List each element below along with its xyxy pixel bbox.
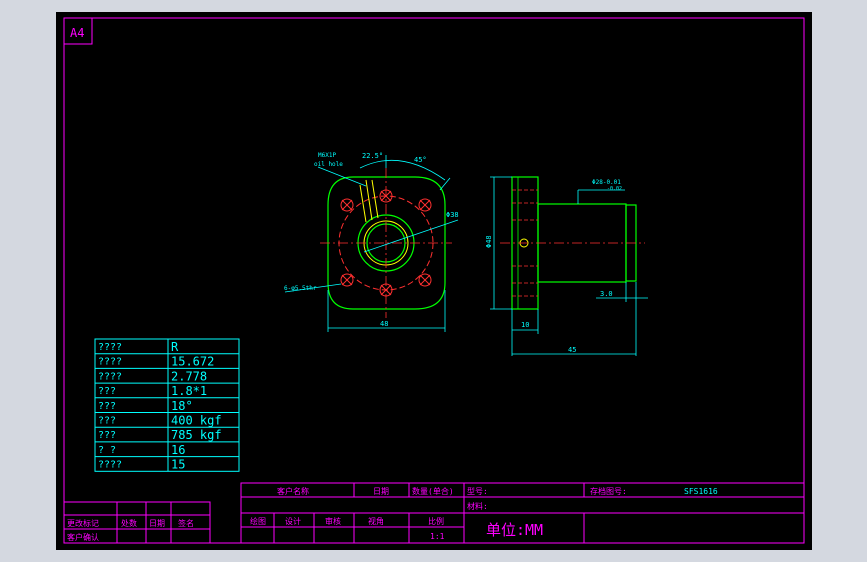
parameter-value: 15.672 — [171, 355, 214, 369]
parameter-label: ??? — [98, 401, 116, 412]
parameter-value: 785 kgf — [171, 428, 222, 442]
parameter-value: 16 — [171, 443, 185, 457]
rev-customer-confirm: 客户确认 — [67, 532, 99, 542]
oil-note-line1: M6X1P — [318, 152, 336, 159]
cad-viewport: A4 Φ38 22.5° 45° M6X1P oil hole 6-φ5.5th… — [0, 0, 867, 562]
tb-drawing-no-label: 存档图号: — [590, 486, 627, 496]
parameter-value: 15 — [171, 458, 185, 472]
shaft-tol-label: -0.02 — [607, 186, 622, 192]
parameter-value: R — [171, 340, 179, 354]
angle-small-label: 22.5° — [362, 152, 383, 160]
oil-note-line2: oil hole — [314, 161, 343, 168]
tb-designed: 设计 — [285, 516, 301, 526]
parameter-value: 2.778 — [171, 369, 207, 383]
chamfer-label: 3.0 — [600, 290, 613, 298]
rev-location: 处数 — [121, 518, 137, 528]
sheet-size-label: A4 — [70, 26, 84, 40]
shaft-dia-label: Φ28-0.01 — [592, 179, 621, 186]
tb-material-label: 材料: — [467, 501, 488, 511]
parameter-label: ???? — [98, 371, 122, 382]
height-dim-label: Φ48 — [485, 235, 493, 248]
parameter-value: 400 kgf — [171, 414, 222, 428]
parameter-label: ??? — [98, 430, 116, 441]
tb-approved: 视角 — [368, 516, 384, 526]
tb-drawn: 绘图 — [250, 516, 266, 526]
tb-quantity: 数量(单合) — [412, 486, 454, 496]
parameter-label: ? ? — [98, 445, 116, 456]
rev-date: 日期 — [149, 519, 165, 528]
rev-signature: 签名 — [178, 518, 194, 528]
parameter-value: 18° — [171, 399, 193, 413]
length-dim-label: 45 — [568, 346, 576, 354]
tb-scale: 1:1 — [430, 532, 445, 541]
width-dim-label: 48 — [380, 320, 388, 328]
parameter-label: ???? — [98, 342, 122, 353]
tb-unit: 单位:MM — [486, 521, 543, 539]
angle-large-label: 45° — [414, 156, 427, 164]
parameter-value: 1.8*1 — [171, 384, 207, 398]
rev-change-mark: 更改标记 — [67, 518, 99, 528]
tb-scale-label: 比例 — [428, 516, 444, 526]
parameter-label: ??? — [98, 386, 116, 397]
tb-model-label: 型号: — [467, 487, 488, 496]
parameter-label: ???? — [98, 460, 122, 471]
tb-checked: 审核 — [325, 516, 341, 526]
parameter-label: ???? — [98, 357, 122, 368]
tb-drawing-no: SFS1616 — [684, 487, 718, 496]
tb-date: 日期 — [373, 487, 389, 496]
pcd-label: Φ38 — [446, 211, 459, 219]
holes-note: 6-φ5.5thr — [284, 285, 317, 292]
tb-customer-name: 客户名称 — [277, 486, 309, 496]
flange-dim-label: 10 — [521, 321, 529, 329]
cad-drawing: A4 Φ38 22.5° 45° M6X1P oil hole 6-φ5.5th… — [56, 12, 812, 550]
parameter-label: ??? — [98, 416, 116, 427]
